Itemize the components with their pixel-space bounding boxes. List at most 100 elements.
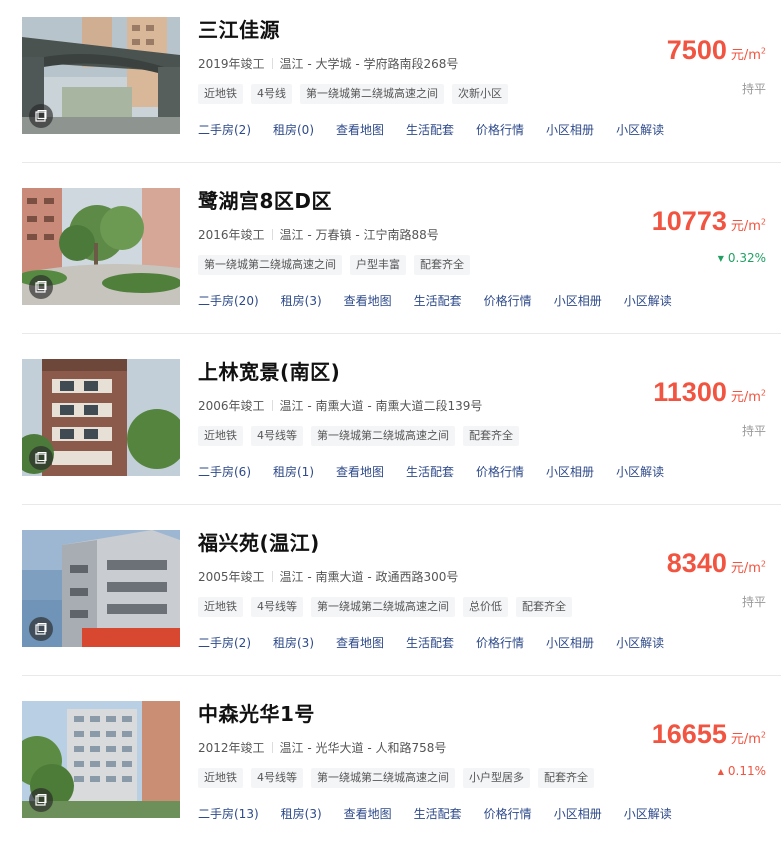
album-icon[interactable] xyxy=(29,788,53,812)
link-rent[interactable]: 租房(3) xyxy=(281,292,322,309)
change-text: 0.11% xyxy=(727,764,766,778)
album-icon[interactable] xyxy=(29,446,53,470)
link-price-trend[interactable]: 价格行情 xyxy=(484,805,532,822)
link-album[interactable]: 小区相册 xyxy=(546,463,594,480)
tag: 第一绕城第二绕城高速之间 xyxy=(300,84,444,104)
price-change: ▼ 0.32% xyxy=(718,251,766,265)
price-unit: 元/m2 xyxy=(730,730,766,747)
link-analysis[interactable]: 小区解读 xyxy=(624,292,672,309)
unit-price: 11300 元/m2 xyxy=(653,377,766,408)
link-secondhand[interactable]: 二手房(6) xyxy=(198,463,251,480)
tag-list: 近地铁 4号线等 第一绕城第二绕城高速之间 小户型居多 配套齐全 xyxy=(198,768,594,788)
tag: 近地铁 xyxy=(198,597,243,617)
link-secondhand[interactable]: 二手房(13) xyxy=(198,805,259,822)
price-unit: 元/m2 xyxy=(730,217,766,234)
link-amenities[interactable]: 生活配套 xyxy=(406,121,454,138)
unit-price: 10773 元/m2 xyxy=(652,206,766,237)
album-icon[interactable] xyxy=(29,104,53,128)
meta-divider xyxy=(271,571,273,582)
meta-divider xyxy=(271,58,273,69)
link-rent[interactable]: 租房(3) xyxy=(281,805,322,822)
link-album[interactable]: 小区相册 xyxy=(554,292,602,309)
link-map[interactable]: 查看地图 xyxy=(344,292,392,309)
list-item: 上林宽景(南区) 2006年竣工 温江 - 南熏大道 - 南熏大道二段139号 … xyxy=(0,342,781,513)
link-price-trend[interactable]: 价格行情 xyxy=(476,463,524,480)
community-photo[interactable] xyxy=(22,359,180,476)
tag: 4号线等 xyxy=(251,768,303,788)
link-amenities[interactable]: 生活配套 xyxy=(406,634,454,651)
list-item: 福兴苑(温江) 2005年竣工 温江 - 南熏大道 - 政通西路300号 近地铁… xyxy=(0,513,781,684)
community-photo[interactable] xyxy=(22,701,180,818)
tag-list: 近地铁 4号线等 第一绕城第二绕城高速之间 总价低 配套齐全 xyxy=(198,597,572,617)
community-name[interactable]: 鹭湖宫8区D区 xyxy=(198,185,332,214)
album-icon[interactable] xyxy=(29,275,53,299)
link-analysis[interactable]: 小区解读 xyxy=(624,805,672,822)
tag: 4号线等 xyxy=(251,597,303,617)
community-name[interactable]: 三江佳源 xyxy=(198,14,280,43)
community-meta: 2019年竣工 温江 - 大学城 - 学府路南段268号 xyxy=(198,55,458,72)
link-price-trend[interactable]: 价格行情 xyxy=(484,292,532,309)
divider xyxy=(22,504,781,505)
change-text: 持平 xyxy=(741,424,766,438)
tag: 户型丰富 xyxy=(350,255,406,275)
price-value: 10773 xyxy=(651,206,727,236)
community-name[interactable]: 上林宽景(南区) xyxy=(198,356,340,385)
link-amenities[interactable]: 生活配套 xyxy=(414,805,462,822)
link-album[interactable]: 小区相册 xyxy=(546,634,594,651)
community-photo[interactable] xyxy=(22,17,180,134)
link-price-trend[interactable]: 价格行情 xyxy=(476,121,524,138)
link-analysis[interactable]: 小区解读 xyxy=(616,121,664,138)
link-amenities[interactable]: 生活配套 xyxy=(406,463,454,480)
tag: 近地铁 xyxy=(198,426,243,446)
tag: 第一绕城第二绕城高速之间 xyxy=(311,768,455,788)
tag: 小户型居多 xyxy=(463,768,530,788)
unit-price: 16655 元/m2 xyxy=(652,719,766,750)
link-amenities[interactable]: 生活配套 xyxy=(414,292,462,309)
link-analysis[interactable]: 小区解读 xyxy=(616,634,664,651)
build-year: 2016年竣工 xyxy=(198,228,265,242)
unit-price: 7500 元/m2 xyxy=(667,35,766,66)
community-meta: 2016年竣工 温江 - 万春镇 - 江宁南路88号 xyxy=(198,226,439,243)
link-album[interactable]: 小区相册 xyxy=(554,805,602,822)
tag: 近地铁 xyxy=(198,84,243,104)
link-analysis[interactable]: 小区解读 xyxy=(616,463,664,480)
price-unit: 元/m2 xyxy=(730,46,766,63)
link-album[interactable]: 小区相册 xyxy=(546,121,594,138)
community-meta: 2005年竣工 温江 - 南熏大道 - 政通西路300号 xyxy=(198,568,458,585)
community-name[interactable]: 中森光华1号 xyxy=(198,698,315,727)
price-value: 11300 xyxy=(653,377,727,407)
tag-list: 近地铁 4号线 第一绕城第二绕城高速之间 次新小区 xyxy=(198,84,508,104)
link-rent[interactable]: 租房(0) xyxy=(273,121,314,138)
link-secondhand[interactable]: 二手房(20) xyxy=(198,292,259,309)
change-text: 持平 xyxy=(741,595,766,609)
link-rent[interactable]: 租房(3) xyxy=(273,634,314,651)
tag: 4号线等 xyxy=(251,426,303,446)
meta-divider xyxy=(271,400,273,411)
link-map[interactable]: 查看地图 xyxy=(336,463,384,480)
community-photo[interactable] xyxy=(22,530,180,647)
tag: 第一绕城第二绕城高速之间 xyxy=(198,255,342,275)
price-unit: 元/m2 xyxy=(730,388,766,405)
tag: 第一绕城第二绕城高速之间 xyxy=(311,426,455,446)
link-secondhand[interactable]: 二手房(2) xyxy=(198,634,251,651)
link-map[interactable]: 查看地图 xyxy=(344,805,392,822)
location: 温江 - 南熏大道 - 南熏大道二段139号 xyxy=(279,399,483,413)
build-year: 2005年竣工 xyxy=(198,570,265,584)
community-photo[interactable] xyxy=(22,188,180,305)
location: 温江 - 万春镇 - 江宁南路88号 xyxy=(279,228,439,242)
location: 温江 - 光华大道 - 人和路758号 xyxy=(279,741,447,755)
tag-list: 近地铁 4号线等 第一绕城第二绕城高速之间 配套齐全 xyxy=(198,426,519,446)
link-secondhand[interactable]: 二手房(2) xyxy=(198,121,251,138)
meta-divider xyxy=(271,742,273,753)
community-name[interactable]: 福兴苑(温江) xyxy=(198,527,320,556)
link-map[interactable]: 查看地图 xyxy=(336,634,384,651)
link-price-trend[interactable]: 价格行情 xyxy=(476,634,524,651)
link-map[interactable]: 查看地图 xyxy=(336,121,384,138)
community-meta: 2006年竣工 温江 - 南熏大道 - 南熏大道二段139号 xyxy=(198,397,482,414)
link-rent[interactable]: 租房(1) xyxy=(273,463,314,480)
build-year: 2006年竣工 xyxy=(198,399,265,413)
tag: 配套齐全 xyxy=(414,255,470,275)
price-value: 7500 xyxy=(666,35,727,65)
album-icon[interactable] xyxy=(29,617,53,641)
tag: 次新小区 xyxy=(452,84,508,104)
